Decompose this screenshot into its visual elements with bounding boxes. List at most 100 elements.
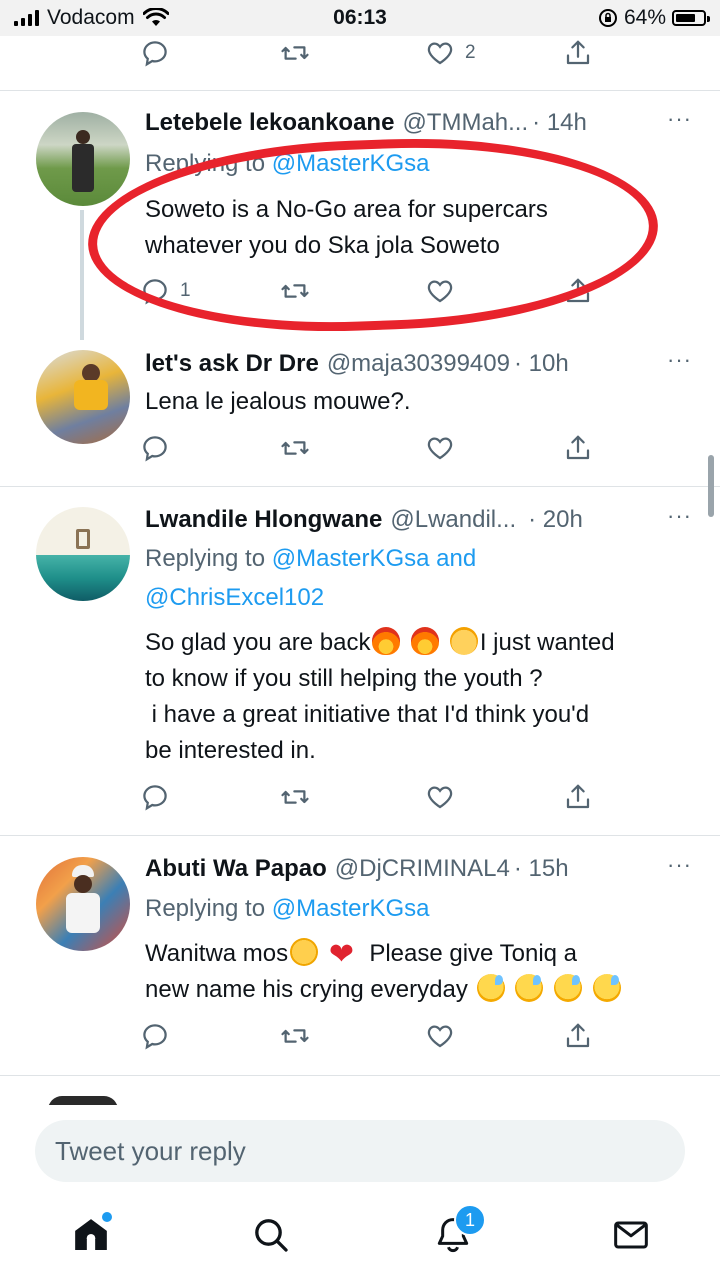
retweet-icon bbox=[281, 46, 309, 60]
author-name[interactable]: Abuti Wa Papao bbox=[145, 855, 327, 883]
reply-count: 1 bbox=[180, 280, 191, 301]
author-name[interactable]: Lwandile Hlongwane bbox=[145, 506, 382, 534]
author-handle[interactable]: @maja30399409 bbox=[327, 350, 510, 378]
tweet-time: · 15h bbox=[513, 855, 569, 882]
tweet-actions: 1 bbox=[0, 271, 720, 311]
mail-icon bbox=[614, 1221, 648, 1249]
tweet-actions bbox=[0, 1016, 720, 1056]
like-button[interactable] bbox=[425, 271, 455, 311]
like-button[interactable] bbox=[425, 1016, 455, 1056]
heart-icon bbox=[427, 437, 453, 460]
mention-link[interactable]: @MasterKGsa bbox=[272, 895, 430, 922]
bottom-navigation: 1 bbox=[0, 1195, 720, 1280]
tweet-time: · 10h bbox=[513, 350, 569, 377]
tweet-actions bbox=[0, 428, 720, 468]
reply-icon bbox=[143, 279, 167, 305]
retweet-icon bbox=[281, 1029, 309, 1043]
retweet-button[interactable] bbox=[280, 271, 310, 311]
clapping-hands-emoji-icon bbox=[449, 627, 478, 655]
reply-button[interactable] bbox=[140, 777, 170, 817]
battery-percent: 64% bbox=[623, 6, 666, 29]
share-icon bbox=[566, 784, 590, 809]
author-handle[interactable]: @DjCRIMINAL4 bbox=[335, 855, 510, 883]
share-button[interactable] bbox=[563, 777, 593, 817]
avatar[interactable] bbox=[36, 112, 130, 206]
nav-search[interactable] bbox=[246, 1210, 296, 1260]
tweet-text-line: new name his crying everyday bbox=[145, 972, 680, 1008]
replying-label: Replying to bbox=[145, 895, 266, 922]
reply-button[interactable]: 1 bbox=[140, 271, 191, 311]
divider bbox=[0, 90, 720, 91]
grinning-sweat-emoji-icon bbox=[553, 974, 582, 1002]
mention-link[interactable]: @MasterKGsa bbox=[272, 150, 430, 177]
tweet-actions bbox=[0, 777, 720, 817]
grinning-sweat-emoji-icon bbox=[592, 974, 621, 1002]
like-button[interactable] bbox=[425, 428, 455, 468]
reply-icon bbox=[143, 1024, 167, 1050]
share-button[interactable] bbox=[563, 271, 593, 311]
mention-link[interactable]: @MasterKGsa and bbox=[272, 545, 476, 572]
avatar[interactable] bbox=[36, 857, 130, 951]
reply-composer bbox=[0, 1105, 720, 1195]
more-options-icon[interactable]: ··· bbox=[667, 852, 692, 878]
retweet-icon bbox=[281, 441, 309, 455]
retweet-button[interactable] bbox=[280, 777, 310, 817]
grinning-sweat-emoji-icon bbox=[476, 974, 505, 1002]
tweet-text-line: whatever you do Ska jola Soweto bbox=[145, 232, 500, 259]
author-name[interactable]: let's ask Dr Dre bbox=[145, 350, 319, 378]
text-segment: Wanitwa mos bbox=[145, 940, 289, 967]
tweet-text-line: Wanitwa mos ❤ Please give Toniq a bbox=[145, 936, 680, 972]
new-content-dot bbox=[102, 1212, 112, 1222]
like-button[interactable]: 2 bbox=[425, 33, 476, 73]
scrollbar[interactable] bbox=[708, 455, 714, 517]
author-name[interactable]: Letebele lekoankoane bbox=[145, 109, 394, 137]
tweet-text-line: So glad you are back I just wanted bbox=[145, 625, 680, 661]
share-button[interactable] bbox=[563, 33, 593, 73]
fire-emoji-icon bbox=[411, 627, 440, 655]
share-button[interactable] bbox=[563, 428, 593, 468]
author-handle[interactable]: @TMMah... bbox=[402, 109, 528, 137]
reply-button[interactable] bbox=[140, 1016, 170, 1056]
reply-icon bbox=[143, 785, 167, 811]
tweet-time: · 14h bbox=[532, 109, 587, 136]
share-button[interactable] bbox=[563, 1016, 593, 1056]
more-options-icon[interactable]: ··· bbox=[667, 106, 692, 132]
author-handle[interactable]: @Lwandil... bbox=[390, 506, 516, 534]
avatar[interactable] bbox=[36, 507, 130, 601]
nav-notifications[interactable]: 1 bbox=[428, 1204, 486, 1260]
tweet-time: · 20h bbox=[528, 506, 583, 533]
tweet-text: Soweto is a No-Go area for supercars wha… bbox=[145, 192, 680, 264]
grinning-sweat-emoji-icon bbox=[515, 974, 544, 1002]
replying-to: Replying to @MasterKGsa bbox=[145, 891, 429, 927]
reply-button[interactable] bbox=[140, 428, 170, 468]
reply-button[interactable] bbox=[140, 33, 170, 73]
replying-to-cont: @ChrisExcel102 bbox=[145, 580, 324, 616]
nav-home[interactable] bbox=[66, 1210, 116, 1260]
replying-to: Replying to @MasterKGsa and bbox=[145, 541, 476, 577]
retweet-button[interactable] bbox=[280, 1016, 310, 1056]
divider bbox=[0, 1075, 720, 1076]
text-segment: I just wanted bbox=[479, 629, 615, 656]
like-button[interactable] bbox=[425, 777, 455, 817]
heart-icon bbox=[427, 280, 453, 303]
red-heart-emoji-icon: ❤ bbox=[328, 938, 354, 971]
like-count: 2 bbox=[465, 42, 476, 63]
replying-label: Replying to bbox=[145, 150, 266, 177]
heart-icon bbox=[427, 1025, 453, 1048]
orientation-lock-icon bbox=[598, 9, 617, 27]
more-options-icon[interactable]: ··· bbox=[667, 503, 692, 529]
mention-link[interactable]: @ChrisExcel102 bbox=[145, 584, 324, 611]
tweet-text-line: i have a great initiative that I'd think… bbox=[145, 701, 590, 728]
fire-emoji-icon bbox=[372, 627, 401, 655]
retweet-button[interactable] bbox=[280, 428, 310, 468]
replying-to: Replying to @MasterKGsa bbox=[145, 146, 429, 182]
share-icon bbox=[566, 40, 590, 65]
more-options-icon[interactable]: ··· bbox=[667, 347, 692, 373]
retweet-button[interactable] bbox=[280, 33, 310, 73]
text-segment: Please give Toniq a bbox=[369, 940, 578, 967]
search-icon bbox=[255, 1219, 288, 1252]
heart-icon bbox=[427, 786, 453, 809]
nav-messages[interactable] bbox=[606, 1210, 656, 1260]
reply-input[interactable] bbox=[35, 1120, 685, 1182]
tweet-text: Lena le jealous mouwe?. bbox=[145, 388, 411, 415]
